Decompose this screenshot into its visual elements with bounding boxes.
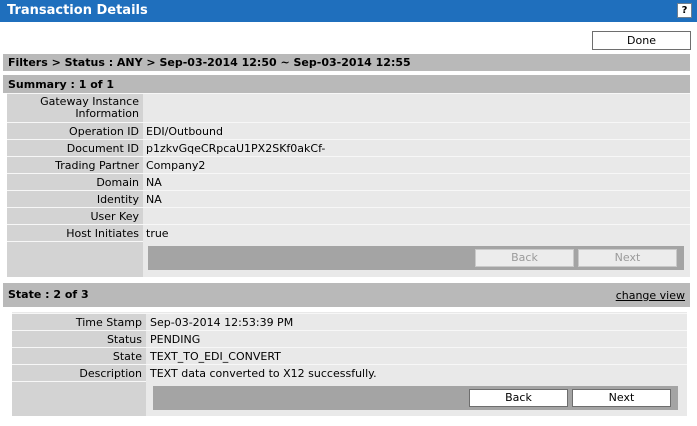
done-button[interactable]: Done xyxy=(592,31,691,50)
field-value: NA xyxy=(146,193,162,206)
summary-label-filler xyxy=(7,241,143,277)
state-heading-text: State : 2 of 3 xyxy=(8,288,89,301)
state-heading: State : 2 of 3 change view xyxy=(3,283,690,307)
summary-row-document-id: Document ID p1zkvGqeCRpcaU1PX2SKf0akCf- xyxy=(7,139,690,157)
summary-row-trading-partner: Trading Partner Company2 xyxy=(7,156,690,174)
field-value: NA xyxy=(146,176,162,189)
field-label: Identity xyxy=(7,191,143,208)
state-back-button[interactable]: Back xyxy=(469,389,568,407)
field-label: Trading Partner xyxy=(7,157,143,174)
summary-next-button[interactable]: Next xyxy=(578,249,677,267)
field-value: p1zkvGqeCRpcaU1PX2SKf0akCf- xyxy=(146,142,326,155)
field-value: TEXT_TO_EDI_CONVERT xyxy=(150,350,281,363)
summary-row-domain: Domain NA xyxy=(7,173,690,191)
field-label: Operation ID xyxy=(7,123,143,140)
summary-row-identity: Identity NA xyxy=(7,190,690,208)
summary-heading: Summary : 1 of 1 xyxy=(3,75,690,93)
field-label: Document ID xyxy=(7,140,143,157)
field-value: Company2 xyxy=(146,159,206,172)
field-label: Time Stamp xyxy=(12,314,146,331)
field-label: Description xyxy=(12,365,146,382)
state-next-button[interactable]: Next xyxy=(572,389,671,407)
summary-row-user-key: User Key xyxy=(7,207,690,225)
change-view-link[interactable]: change view xyxy=(616,289,685,302)
state-row-state: State TEXT_TO_EDI_CONVERT xyxy=(12,347,687,365)
summary-row-gateway-instance: Gateway Instance Information xyxy=(7,93,690,123)
field-value: true xyxy=(146,227,169,240)
summary-pager: Back Next xyxy=(148,246,684,270)
window-title: Transaction Details xyxy=(7,3,148,18)
field-value: PENDING xyxy=(150,333,201,346)
field-label: Gateway Instance Information xyxy=(7,94,143,123)
field-value: EDI/Outbound xyxy=(146,125,223,138)
state-row-time-stamp: Time Stamp Sep-03-2014 12:53:39 PM xyxy=(12,313,687,331)
help-button[interactable]: ? xyxy=(677,3,692,18)
summary-row-host-initiates: Host Initiates true xyxy=(7,224,690,242)
state-panel: Time Stamp Sep-03-2014 12:53:39 PM Statu… xyxy=(12,312,687,416)
field-label: Host Initiates xyxy=(7,225,143,242)
field-label: Domain xyxy=(7,174,143,191)
field-value: TEXT data converted to X12 successfully. xyxy=(150,367,377,380)
state-pager: Back Next xyxy=(153,386,678,410)
summary-heading-text: Summary : 1 of 1 xyxy=(8,78,115,91)
summary-back-button[interactable]: Back xyxy=(475,249,574,267)
field-label: State xyxy=(12,348,146,365)
filter-breadcrumb: Filters > Status : ANY > Sep-03-2014 12:… xyxy=(3,54,690,71)
summary-row-operation-id: Operation ID EDI/Outbound xyxy=(7,122,690,140)
state-label-filler xyxy=(12,381,146,416)
state-row-status: Status PENDING xyxy=(12,330,687,348)
summary-panel: Gateway Instance Information Operation I… xyxy=(7,93,690,277)
state-row-description: Description TEXT data converted to X12 s… xyxy=(12,364,687,382)
window-titlebar: Transaction Details ? xyxy=(0,0,697,22)
field-value: Sep-03-2014 12:53:39 PM xyxy=(150,316,294,329)
field-label: User Key xyxy=(7,208,143,225)
field-label: Status xyxy=(12,331,146,348)
